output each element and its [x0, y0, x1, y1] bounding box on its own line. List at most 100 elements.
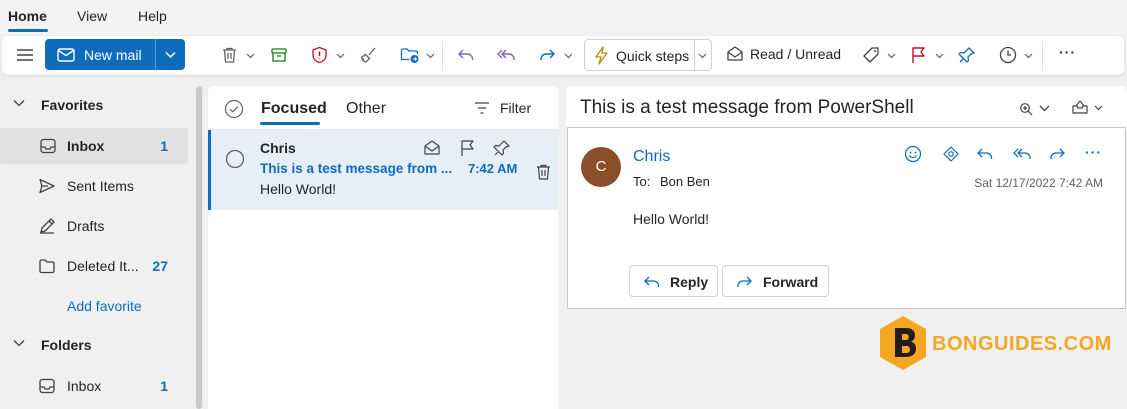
sidebar-item-label: Inbox: [67, 378, 102, 394]
to-label: To:: [633, 174, 651, 189]
tab-other[interactable]: Other: [346, 100, 386, 118]
sidebar-item-label: Inbox: [67, 138, 105, 154]
inbox-icon: [39, 137, 57, 155]
filter-button[interactable]: Filter: [474, 100, 531, 116]
tag-chevron-down-icon[interactable]: [887, 53, 896, 59]
sidebar-item-label: Drafts: [67, 218, 105, 234]
immersive-reader-icon[interactable]: [1071, 99, 1089, 115]
flag-icon[interactable]: [910, 46, 926, 64]
message-date: Sat 12/17/2022 7:42 AM: [974, 176, 1103, 190]
recipients-line: To: Bon Ben: [633, 174, 710, 189]
sidebar-item-folders-inbox[interactable]: Inbox 1: [0, 368, 188, 404]
reply-icon[interactable]: [976, 146, 994, 162]
new-mail-button[interactable]: New mail: [45, 39, 185, 70]
new-mail-label: New mail: [84, 47, 142, 63]
lightning-icon: [594, 46, 608, 65]
favorites-header[interactable]: Favorites: [0, 90, 188, 120]
report-chevron-down-icon[interactable]: [336, 53, 345, 59]
select-message-checkbox-icon[interactable]: [225, 149, 245, 169]
shield-icon[interactable]: [311, 46, 328, 64]
message-subject-title: This is a test message from PowerShell: [580, 97, 914, 118]
ribbon-toolbar: New mail Quick steps Read / Unread ···: [2, 36, 1124, 75]
unread-count-badge: 27: [152, 258, 168, 274]
envelope-open-icon[interactable]: [423, 139, 441, 157]
folders-header[interactable]: Folders: [0, 330, 188, 360]
snooze-chevron-down-icon[interactable]: [1024, 53, 1033, 59]
zoom-icon[interactable]: [1019, 102, 1033, 116]
sender-name[interactable]: Chris: [633, 148, 670, 166]
message-list: Focused Other Filter Chris This is a tes…: [208, 86, 558, 409]
tab-help[interactable]: Help: [138, 8, 167, 24]
folder-pane: Favorites Inbox 1 Sent Items Drafts Dele…: [0, 82, 193, 409]
read-unread-button[interactable]: Read / Unread: [726, 45, 841, 63]
message-card: C Chris To: Bon Ben ··· Sat 12/17/2022 7…: [567, 127, 1126, 309]
tab-focused-underline: [260, 122, 320, 125]
move-chevron-down-icon[interactable]: [426, 53, 435, 59]
more-options-button[interactable]: ···: [1059, 44, 1076, 60]
ribbon-tabs: Home View Help: [0, 0, 1127, 34]
tab-view[interactable]: View: [77, 8, 107, 24]
chevron-down-icon: [13, 99, 25, 107]
flag-chevron-down-icon[interactable]: [935, 53, 944, 59]
broom-icon[interactable]: [359, 46, 377, 64]
smiley-icon[interactable]: [904, 145, 922, 163]
new-mail-dropdown-chevron-icon[interactable]: [165, 51, 176, 59]
archive-icon[interactable]: [270, 46, 288, 64]
sidebar-item-drafts[interactable]: Drafts: [0, 208, 188, 244]
subject-header: This is a test message from PowerShell: [566, 86, 1127, 130]
tab-home-underline: [8, 29, 48, 32]
unread-count-badge: 1: [160, 138, 168, 154]
delete-chevron-down-icon[interactable]: [246, 53, 255, 59]
reply-all-icon[interactable]: [496, 47, 516, 63]
new-mail-divider: [155, 39, 156, 70]
reply-all-icon[interactable]: [1012, 146, 1032, 162]
hamburger-icon[interactable]: [16, 47, 34, 63]
more-actions-icon[interactable]: ···: [1085, 144, 1102, 160]
sidebar-item-label: Deleted It...: [67, 258, 139, 274]
message-list-item[interactable]: Chris This is a test message from ... 7:…: [208, 130, 558, 210]
folder-pane-scrollbar[interactable]: [196, 86, 202, 409]
folder-icon: [38, 257, 56, 275]
trash-icon[interactable]: [221, 46, 238, 64]
pin-icon[interactable]: [493, 139, 511, 157]
filter-label: Filter: [500, 100, 532, 116]
immersive-chevron-down-icon[interactable]: [1094, 105, 1103, 111]
folder-move-icon[interactable]: [400, 46, 420, 64]
trash-icon[interactable]: [535, 163, 552, 181]
tag-icon[interactable]: [862, 46, 880, 64]
teams-icon[interactable]: [942, 145, 960, 163]
envelope-open-icon: [726, 45, 744, 63]
add-favorite-link[interactable]: Add favorite: [0, 288, 188, 324]
quick-steps-chevron-down-icon[interactable]: [698, 53, 707, 59]
reply-icon: [643, 274, 661, 290]
add-favorite-label: Add favorite: [67, 298, 142, 314]
ribbon-divider: [1042, 41, 1043, 71]
recipient-name[interactable]: Bon Ben: [660, 174, 710, 189]
sidebar-item-inbox[interactable]: Inbox 1: [0, 128, 188, 164]
message-list-header: Focused Other Filter: [208, 86, 558, 130]
forward-icon[interactable]: [1048, 146, 1066, 162]
avatar[interactable]: C: [581, 147, 621, 187]
message-sender: Chris: [260, 140, 296, 156]
forward-button[interactable]: Forward: [722, 265, 829, 297]
tab-focused[interactable]: Focused: [261, 100, 327, 118]
pin-icon[interactable]: [958, 46, 976, 64]
sidebar-item-sent-items[interactable]: Sent Items: [0, 168, 188, 204]
watermark-text: BONGUIDES.COM: [932, 333, 1112, 355]
watermark-logo: BONGUIDES.COM: [876, 314, 1111, 374]
sidebar-item-deleted-items[interactable]: Deleted It... 27: [0, 248, 188, 284]
inbox-icon: [38, 377, 56, 395]
forward-chevron-down-icon[interactable]: [564, 53, 573, 59]
clock-icon[interactable]: [999, 46, 1017, 64]
zoom-chevron-down-icon[interactable]: [1039, 105, 1050, 112]
forward-icon[interactable]: [538, 47, 556, 63]
reply-button-label: Reply: [670, 274, 709, 290]
quick-steps-button[interactable]: Quick steps: [584, 39, 712, 71]
flag-icon[interactable]: [459, 139, 475, 157]
tab-home[interactable]: Home: [8, 8, 47, 24]
select-all-checkbox-icon[interactable]: [224, 99, 244, 119]
reply-icon[interactable]: [457, 47, 475, 63]
read-unread-label: Read / Unread: [750, 46, 842, 62]
reply-button[interactable]: Reply: [629, 265, 718, 297]
selected-indicator: [208, 130, 211, 210]
